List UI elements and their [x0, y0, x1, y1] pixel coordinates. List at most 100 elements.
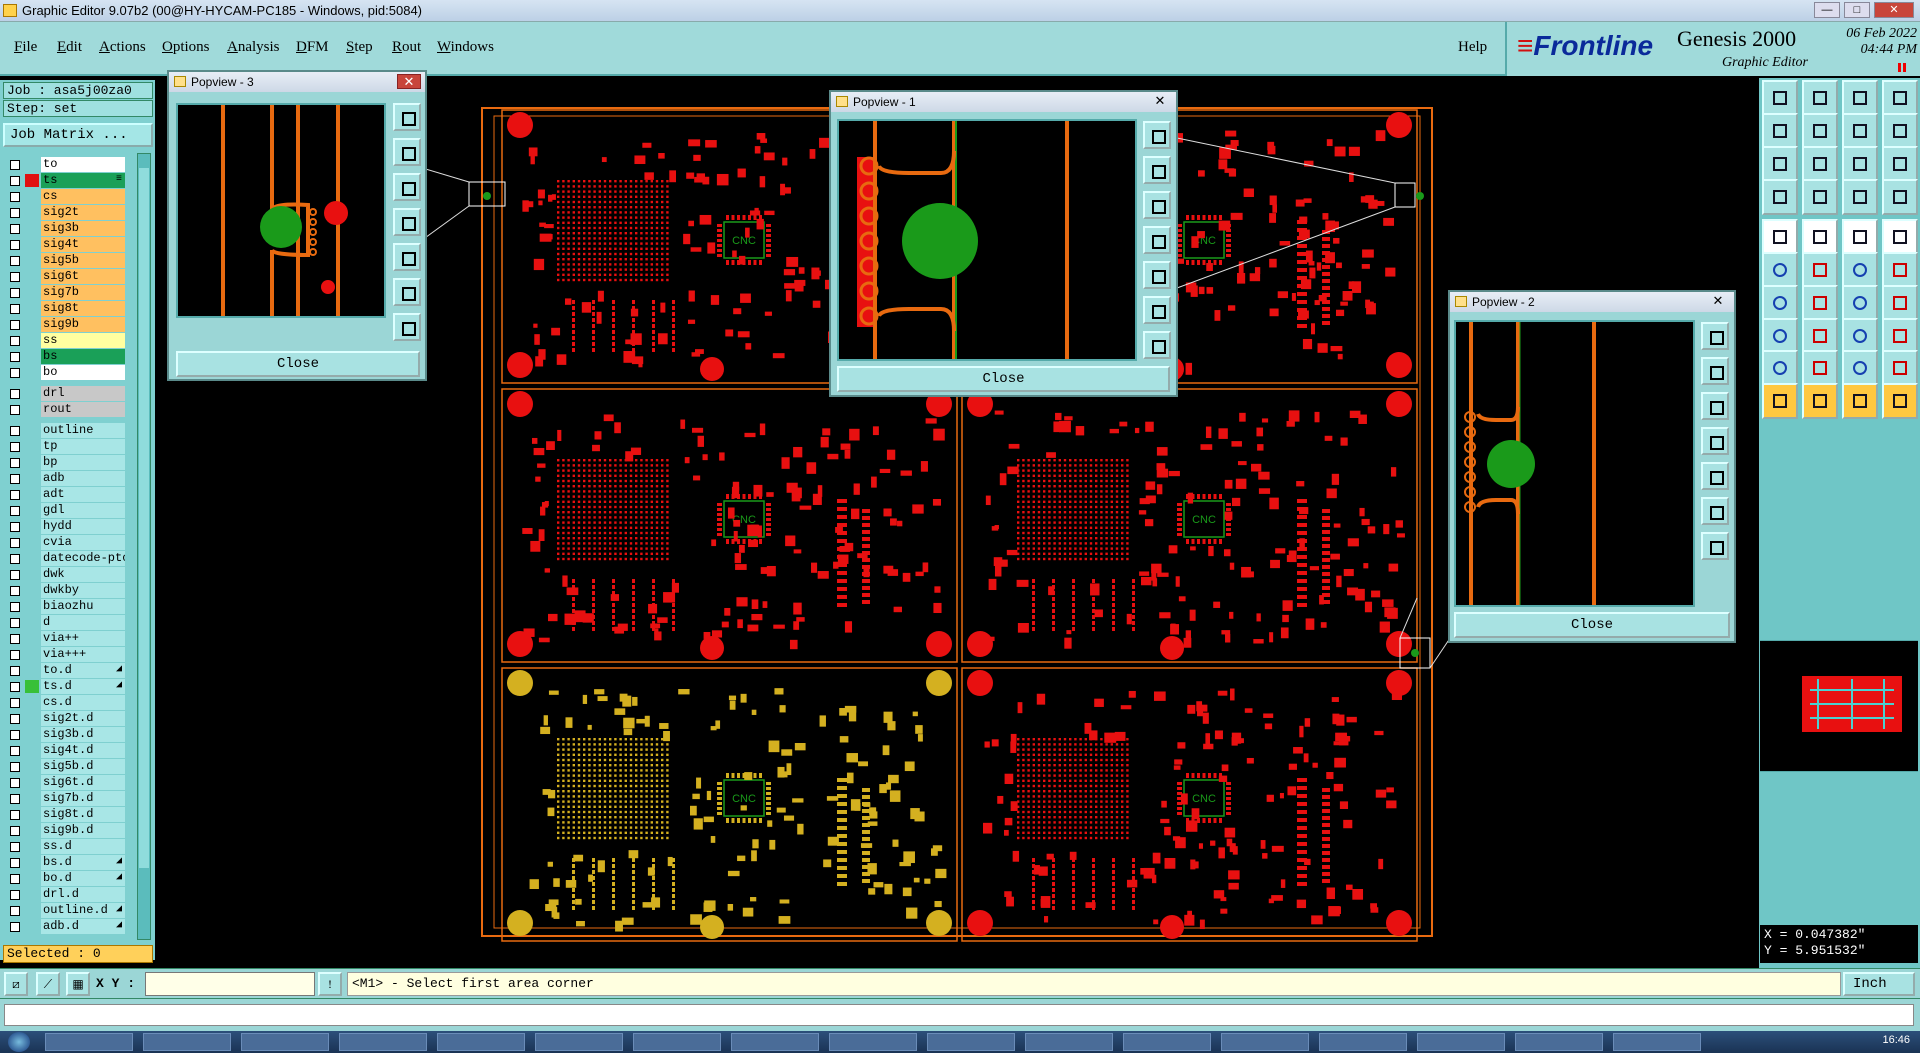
layer-row[interactable]: outline.d ◢	[3, 903, 125, 918]
layer-row[interactable]: rout	[3, 402, 125, 417]
layer-row[interactable]: sig3b	[3, 221, 125, 236]
select-pad-icon[interactable]	[1762, 318, 1798, 354]
popview-1-close-icon[interactable]: ✕	[1148, 94, 1172, 109]
layer-row[interactable]: ss.d	[3, 839, 125, 854]
add-box-icon[interactable]	[1842, 318, 1878, 354]
open-job-icon[interactable]	[1762, 80, 1798, 116]
layer-color-swatch[interactable]	[25, 536, 39, 549]
layer-checkbox[interactable]	[10, 778, 20, 788]
layer-row[interactable]: ts.d ◢	[3, 679, 125, 694]
layer-color-swatch[interactable]	[25, 632, 39, 645]
zoom-tool-icon[interactable]	[1701, 322, 1729, 350]
layer-color-swatch[interactable]	[25, 856, 39, 869]
layer-color-swatch[interactable]	[25, 744, 39, 757]
layer-checkbox[interactable]	[10, 368, 20, 378]
measure-icon[interactable]: ⟋	[36, 972, 60, 996]
layer-color-swatch[interactable]	[25, 696, 39, 709]
layer-row[interactable]: d	[3, 615, 125, 630]
layer-row[interactable]: sig6t.d	[3, 775, 125, 790]
layer-color-swatch[interactable]	[25, 472, 39, 485]
layer-checkbox[interactable]	[10, 490, 20, 500]
layer-color-swatch[interactable]	[25, 488, 39, 501]
layer-row[interactable]: sig7b	[3, 285, 125, 300]
layer-checkbox[interactable]	[10, 698, 20, 708]
layer-checkbox[interactable]	[10, 586, 20, 596]
layer-checkbox[interactable]	[10, 405, 20, 415]
fit-icon[interactable]	[1762, 146, 1798, 182]
layer-row[interactable]: to.d ◢	[3, 663, 125, 678]
layer-checkbox[interactable]	[10, 858, 20, 868]
line-icon[interactable]	[1762, 285, 1798, 321]
move-icon[interactable]	[1842, 252, 1878, 288]
mark-icon-icon[interactable]	[1802, 219, 1838, 255]
layer-row[interactable]: sig6t	[3, 269, 125, 284]
layer-row[interactable]: sig9b	[3, 317, 125, 332]
layer-checkbox[interactable]	[10, 554, 20, 564]
layer-row[interactable]: sig5b.d	[3, 759, 125, 774]
taskbar-app-icon[interactable]	[1025, 1033, 1113, 1051]
layer-checkbox[interactable]	[10, 304, 20, 314]
zoom-tool-icon[interactable]	[393, 103, 421, 131]
layer-row[interactable]: sig2t.d	[3, 711, 125, 726]
layer-color-swatch[interactable]	[25, 552, 39, 565]
layer-checkbox[interactable]	[10, 538, 20, 548]
close-window-button[interactable]: ✕	[1874, 2, 1914, 18]
layer-checkbox[interactable]	[10, 240, 20, 250]
taskbar-app-icon[interactable]	[339, 1033, 427, 1051]
layer-checkbox[interactable]	[10, 320, 20, 330]
layer-color-swatch[interactable]	[25, 158, 39, 171]
layer-color-swatch[interactable]	[25, 366, 39, 379]
zoom-out-icon[interactable]	[393, 313, 421, 341]
pan-left-icon[interactable]	[1701, 427, 1729, 455]
rotate-icon[interactable]	[1762, 350, 1798, 386]
taskbar-app-icon[interactable]	[1123, 1033, 1211, 1051]
layer-checkbox[interactable]	[10, 474, 20, 484]
layer-row[interactable]: bo.d ◢	[3, 871, 125, 886]
pan-right-icon[interactable]	[393, 243, 421, 271]
layer-checkbox[interactable]	[10, 746, 20, 756]
layer-row[interactable]: adb	[3, 471, 125, 486]
layer-color-swatch[interactable]	[25, 520, 39, 533]
pan-left-icon[interactable]	[1143, 226, 1171, 254]
layer-checkbox[interactable]	[10, 208, 20, 218]
layer-color-swatch[interactable]	[25, 792, 39, 805]
layer-row[interactable]: cs.d	[3, 695, 125, 710]
prev-step-icon[interactable]	[1762, 113, 1798, 149]
layer-row[interactable]: sig4t	[3, 237, 125, 252]
undo-icon[interactable]	[1842, 113, 1878, 149]
layer-row[interactable]: adt	[3, 487, 125, 502]
taskbar-app-icon[interactable]	[437, 1033, 525, 1051]
menu-help[interactable]: Help	[1458, 39, 1487, 56]
layer-color-swatch[interactable]	[25, 600, 39, 613]
layer-color-swatch[interactable]	[25, 222, 39, 235]
popview-2-window[interactable]: Popview - 2 ✕ Close	[1448, 290, 1736, 643]
zoom-tool-icon[interactable]	[1143, 121, 1171, 149]
cursor-sel-icon[interactable]	[1842, 383, 1878, 419]
zoom-window-icon[interactable]	[1882, 350, 1918, 386]
layer-list-scrollbar[interactable]	[137, 153, 151, 940]
layer-row[interactable]: bp	[3, 455, 125, 470]
layer-row[interactable]: ts ≡	[3, 173, 125, 188]
layer-checkbox[interactable]	[10, 336, 20, 346]
layer-checkbox[interactable]	[10, 618, 20, 628]
popview-1-close-button[interactable]: Close	[837, 366, 1170, 392]
layer-color-swatch[interactable]	[25, 456, 39, 469]
layer-checkbox[interactable]	[10, 506, 20, 516]
layer-checkbox[interactable]	[10, 714, 20, 724]
pan-down-icon[interactable]	[1143, 191, 1171, 219]
layer-row[interactable]: tp	[3, 439, 125, 454]
layer-color-swatch[interactable]	[25, 680, 39, 693]
menu-analysis[interactable]: Analysis	[227, 39, 280, 56]
layer-checkbox[interactable]	[10, 288, 20, 298]
layer-color-swatch[interactable]	[25, 920, 39, 933]
layer-row[interactable]: outline	[3, 423, 125, 438]
layer-color-swatch[interactable]	[25, 440, 39, 453]
layer-color-swatch[interactable]	[25, 888, 39, 901]
layer-checkbox[interactable]	[10, 458, 20, 468]
layer-color-swatch[interactable]	[25, 728, 39, 741]
layer-checkbox[interactable]	[10, 762, 20, 772]
taskbar-app-icon[interactable]	[829, 1033, 917, 1051]
help-icon[interactable]	[1882, 146, 1918, 182]
layer-row[interactable]: dwkby	[3, 583, 125, 598]
line-alt-icon[interactable]	[1802, 285, 1838, 321]
